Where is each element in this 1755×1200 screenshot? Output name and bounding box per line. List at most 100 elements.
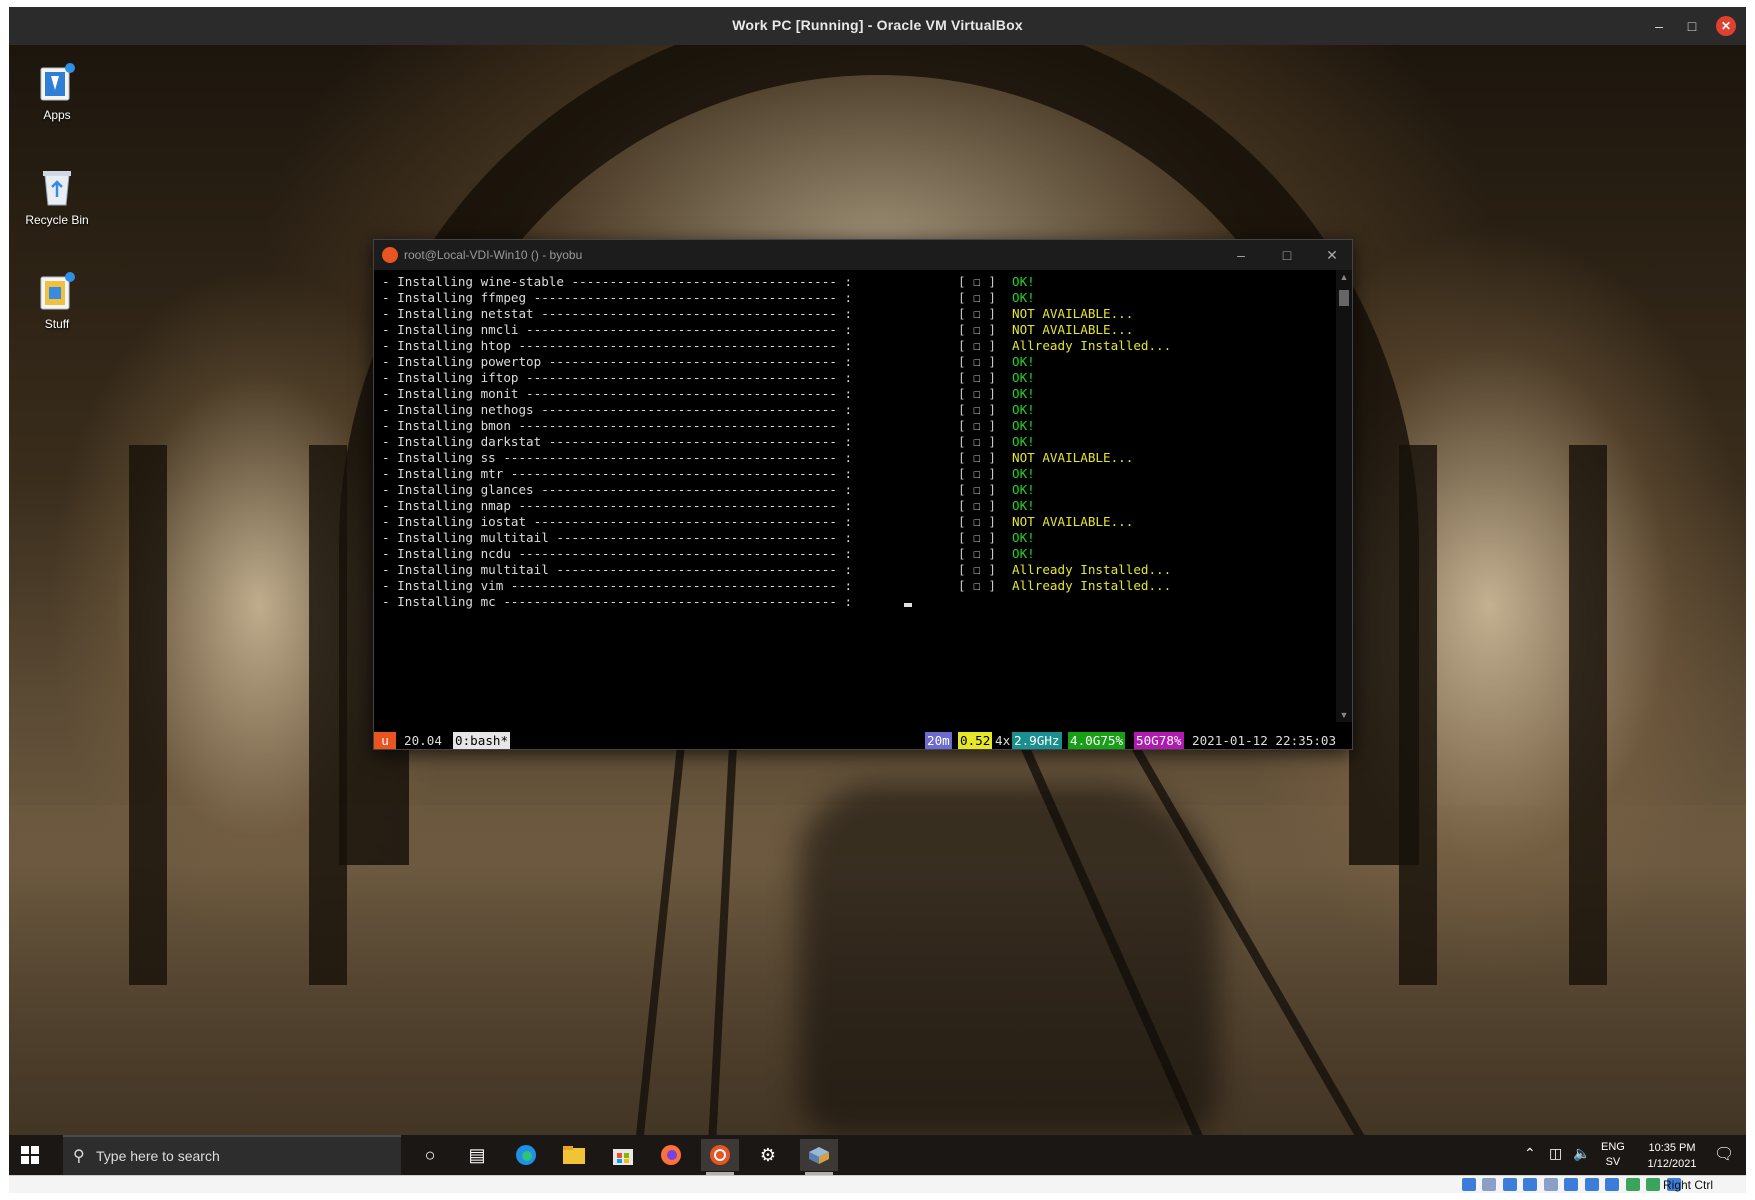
vbox-close-button[interactable]: ✕ bbox=[1716, 16, 1736, 36]
byobu-disk: 50G78% bbox=[1134, 732, 1184, 749]
terminal-line: - Installing ncdu ----------------------… bbox=[382, 546, 1332, 562]
install-command: - Installing monit ---------------------… bbox=[382, 386, 853, 401]
status-checkbox: [ ☐ ] bbox=[958, 546, 996, 561]
terminal-line: - Installing multitail -----------------… bbox=[382, 530, 1332, 546]
install-status: OK! bbox=[1012, 354, 1035, 369]
byobu-cpu-count: 4x bbox=[995, 733, 1011, 748]
windows-taskbar: ⚲ Type here to search ○ ▤ ⚙ ⌃ ◫ 🔈 ENG SV bbox=[9, 1135, 1746, 1175]
desktop-icon-stuff[interactable]: Stuff bbox=[17, 269, 97, 331]
mouse-integration-icon[interactable] bbox=[1646, 1178, 1661, 1191]
install-command: - Installing multitail -----------------… bbox=[382, 562, 853, 577]
audio-icon[interactable] bbox=[1502, 1178, 1517, 1191]
terminal-cursor bbox=[904, 603, 912, 607]
ubuntu-icon[interactable] bbox=[701, 1139, 739, 1175]
display-icon[interactable] bbox=[1584, 1178, 1599, 1191]
terminal-line: - Installing glances -------------------… bbox=[382, 482, 1332, 498]
settings-icon[interactable]: ⚙ bbox=[749, 1139, 787, 1171]
language-indicator[interactable]: ENG SV bbox=[1601, 1140, 1625, 1180]
status-checkbox: [ ☐ ] bbox=[958, 434, 996, 449]
store-icon[interactable] bbox=[604, 1139, 642, 1171]
terminal-line: - Installing nethogs -------------------… bbox=[382, 402, 1332, 418]
install-command: - Installing multitail -----------------… bbox=[382, 530, 853, 545]
vbox-status-bar: Right Ctrl bbox=[9, 1175, 1746, 1193]
install-status: Allready Installed... bbox=[1012, 562, 1172, 577]
install-status: Allready Installed... bbox=[1012, 578, 1172, 593]
shared-folders-icon[interactable] bbox=[1564, 1178, 1579, 1191]
search-icon: ⚲ bbox=[73, 1148, 85, 1165]
terminal-minimize-button[interactable]: – bbox=[1231, 245, 1251, 265]
install-status: OK! bbox=[1012, 402, 1035, 417]
terminal-close-button[interactable]: ✕ bbox=[1322, 245, 1342, 265]
scroll-down-icon[interactable]: ▼ bbox=[1336, 710, 1352, 720]
optical-drive-icon[interactable] bbox=[1482, 1178, 1497, 1191]
install-command: - Installing powertop ------------------… bbox=[382, 354, 853, 369]
virtualbox-window: Work PC [Running] - Oracle VM VirtualBox… bbox=[9, 7, 1746, 1193]
wallpaper-column bbox=[129, 445, 167, 985]
desktop-icon-label: Apps bbox=[43, 108, 71, 122]
byobu-status-bar: u 20.04 0:bash* 20m 0.52 4x 2.9GHz 4.0G7… bbox=[374, 732, 1336, 749]
edge-icon[interactable] bbox=[507, 1139, 545, 1171]
taskbar-clock[interactable]: 10:35 PM 1/12/2021 bbox=[1637, 1140, 1707, 1180]
install-status: OK! bbox=[1012, 370, 1035, 385]
terminal-line: - Installing ss ------------------------… bbox=[382, 450, 1332, 466]
byobu-window-tab[interactable]: 0:bash* bbox=[453, 732, 511, 749]
desktop-icon-apps[interactable]: Apps bbox=[17, 60, 97, 122]
guest-desktop: Apps Recycle Bin Stuff root@Local-VDI-Wi… bbox=[9, 45, 1746, 1135]
usb-icon[interactable] bbox=[1543, 1178, 1558, 1191]
virtualization-icon[interactable] bbox=[1625, 1178, 1640, 1191]
file-explorer-icon[interactable] bbox=[555, 1139, 593, 1171]
install-status: NOT AVAILABLE... bbox=[1012, 514, 1134, 529]
network-adapter-icon[interactable] bbox=[1523, 1178, 1538, 1191]
terminal-title: root@Local-VDI-Win10 () - byobu bbox=[404, 248, 583, 262]
status-checkbox: [ ☐ ] bbox=[958, 450, 996, 465]
cortana-icon[interactable]: ○ bbox=[411, 1139, 449, 1171]
status-checkbox: [ ☐ ] bbox=[958, 370, 996, 385]
language-code: ENG bbox=[1601, 1141, 1625, 1153]
status-checkbox: [ ☐ ] bbox=[958, 498, 996, 513]
windows-start-icon[interactable] bbox=[21, 1146, 39, 1164]
byobu-release: 20.04 bbox=[404, 733, 442, 748]
install-command: - Installing iftop ---------------------… bbox=[382, 370, 853, 385]
install-command: - Installing mtr -----------------------… bbox=[382, 466, 853, 481]
install-status: OK! bbox=[1012, 290, 1035, 305]
byobu-memory: 4.0G75% bbox=[1068, 732, 1126, 749]
install-command: - Installing glances -------------------… bbox=[382, 482, 853, 497]
byobu-datetime: 2021-01-12 22:35:03 bbox=[1192, 733, 1337, 748]
install-status: NOT AVAILABLE... bbox=[1012, 306, 1134, 321]
taskbar-search-box[interactable]: ⚲ Type here to search bbox=[63, 1135, 401, 1175]
status-checkbox: [ ☐ ] bbox=[958, 306, 996, 321]
task-view-icon[interactable]: ▤ bbox=[458, 1139, 496, 1171]
install-status: OK! bbox=[1012, 434, 1035, 449]
vbox-maximize-button[interactable]: □ bbox=[1682, 16, 1702, 36]
install-command: - Installing ss ------------------------… bbox=[382, 450, 853, 465]
terminal-titlebar[interactable]: root@Local-VDI-Win10 () - byobu – □ ✕ bbox=[374, 240, 1352, 270]
install-command: - Installing darkstat ------------------… bbox=[382, 434, 853, 449]
terminal-line: - Installing mc ------------------------… bbox=[382, 594, 1332, 610]
terminal-window[interactable]: root@Local-VDI-Win10 () - byobu – □ ✕ - … bbox=[373, 239, 1353, 750]
status-checkbox: [ ☐ ] bbox=[958, 562, 996, 577]
install-command: - Installing ncdu ----------------------… bbox=[382, 546, 853, 561]
scroll-thumb[interactable] bbox=[1339, 290, 1349, 306]
video-capture-icon[interactable] bbox=[1605, 1178, 1620, 1191]
install-status: OK! bbox=[1012, 274, 1035, 289]
terminal-scrollbar[interactable]: ▲ ▼ bbox=[1336, 270, 1352, 722]
status-checkbox: [ ☐ ] bbox=[958, 402, 996, 417]
terminal-maximize-button[interactable]: □ bbox=[1277, 245, 1297, 265]
vbox-device-icons bbox=[1462, 1178, 1683, 1192]
scroll-up-icon[interactable]: ▲ bbox=[1336, 272, 1352, 282]
vbox-titlebar[interactable]: Work PC [Running] - Oracle VM VirtualBox… bbox=[9, 7, 1746, 45]
search-placeholder: Type here to search bbox=[96, 1148, 220, 1164]
virtualbox-icon[interactable] bbox=[800, 1139, 838, 1175]
status-checkbox: [ ☐ ] bbox=[958, 466, 996, 481]
terminal-line: - Installing monit ---------------------… bbox=[382, 386, 1332, 402]
firefox-icon[interactable] bbox=[652, 1139, 690, 1171]
wallpaper-train bbox=[799, 785, 1219, 1135]
install-status: OK! bbox=[1012, 546, 1035, 561]
status-checkbox: [ ☐ ] bbox=[958, 274, 996, 289]
terminal-output[interactable]: - Installing wine-stable ---------------… bbox=[382, 274, 1332, 724]
vbox-minimize-button[interactable]: – bbox=[1649, 16, 1669, 36]
status-checkbox: [ ☐ ] bbox=[958, 322, 996, 337]
terminal-line: - Installing nmap ----------------------… bbox=[382, 498, 1332, 514]
desktop-icon-recycle-bin[interactable]: Recycle Bin bbox=[17, 165, 97, 227]
hard-disk-icon[interactable] bbox=[1462, 1178, 1476, 1191]
